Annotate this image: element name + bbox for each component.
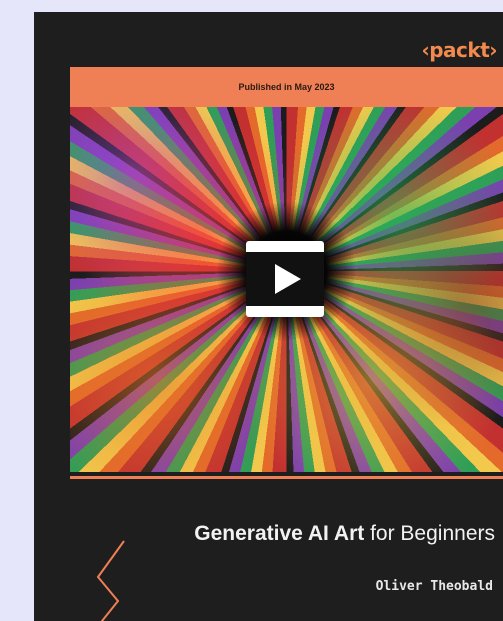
published-banner: Published in May 2023 [70, 67, 503, 107]
accent-divider [70, 476, 503, 479]
book-title-rest: for Beginners [364, 522, 495, 545]
publisher-logo: ‹packt› [421, 38, 497, 62]
video-play-icon[interactable] [245, 240, 325, 318]
chevron-decoration-icon [96, 540, 125, 621]
published-date-label: Published in May 2023 [238, 82, 335, 92]
book-title: Generative AI Art for Beginners [194, 522, 495, 546]
book-title-strong: Generative AI Art [194, 522, 365, 545]
author-name: Oliver Theobald [375, 579, 493, 594]
